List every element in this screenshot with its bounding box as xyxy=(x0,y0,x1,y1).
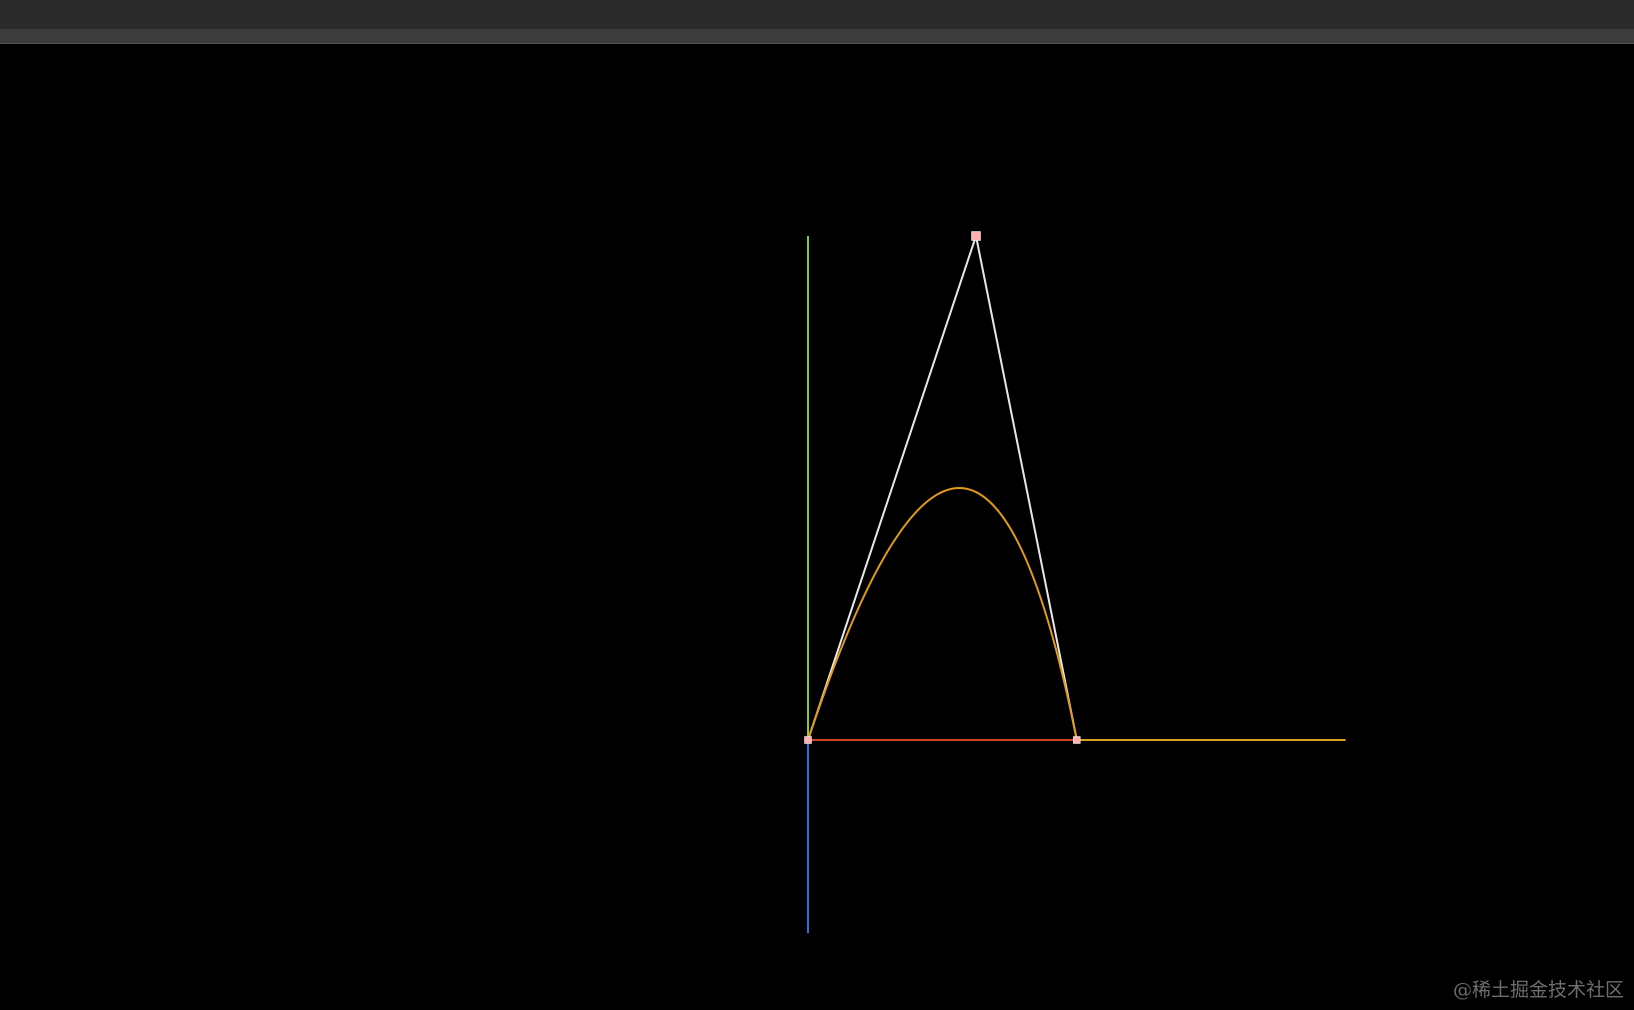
scene-canvas[interactable] xyxy=(0,44,1634,1010)
control-point-p0[interactable] xyxy=(804,736,812,744)
watermark-text: @稀土掘金技术社区 xyxy=(1452,979,1624,1001)
control-polygon xyxy=(807,232,1078,741)
bezier-curve xyxy=(807,486,1078,741)
control-points xyxy=(804,231,1081,744)
window-title-bar xyxy=(0,0,1634,29)
control-point-p2[interactable] xyxy=(1073,736,1081,744)
3d-viewport[interactable]: @稀土掘金技术社区 xyxy=(0,44,1634,1010)
control-point-p1[interactable] xyxy=(971,231,981,241)
toolbar-strip xyxy=(0,29,1634,44)
